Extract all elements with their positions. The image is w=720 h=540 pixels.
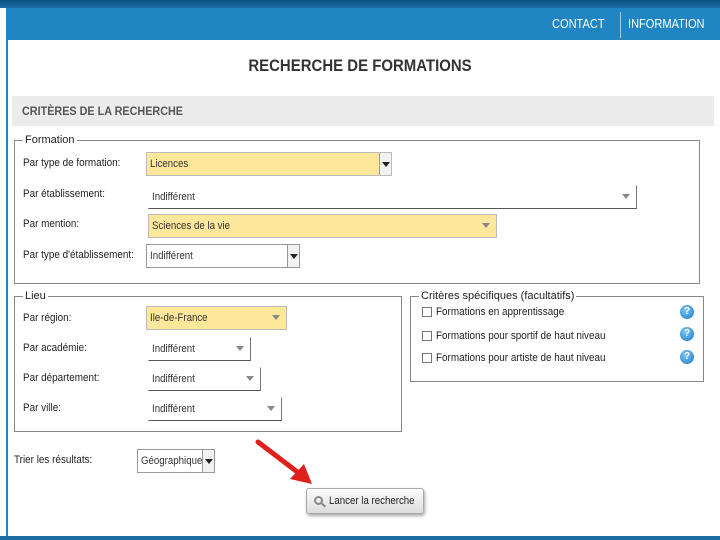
launch-search-button[interactable]: Lancer la recherche [306,488,424,514]
departement-select[interactable]: Indifférent [148,367,261,391]
type-etablissement-label: Par type d'établissement: [23,249,134,261]
help-icon[interactable]: ? [680,327,694,341]
sort-label: Trier les résultats: [14,454,93,466]
etablissement-label: Par établissement: [23,188,105,200]
sportif-checkbox[interactable] [422,331,432,341]
help-icon[interactable]: ? [680,305,694,319]
nav-information-link[interactable]: INFORMATION [628,8,705,40]
chevron-down-icon [267,406,275,411]
chevron-down-icon [236,346,244,351]
type-etablissement-select[interactable]: Indifférent [146,244,300,268]
launch-search-label: Lancer la recherche [329,495,415,507]
top-navbar: CONTACT INFORMATION [6,8,720,40]
mention-select[interactable]: Sciences de la vie [148,214,497,238]
page-title: RECHERCHE DE FORMATIONS [248,56,472,75]
mention-value: Sciences de la vie [152,220,231,232]
criteria-title: CRITÈRES DE LA RECHERCHE [22,104,184,118]
sort-select[interactable]: Géographique [137,449,215,473]
type-formation-label: Par type de formation: [23,157,121,169]
artiste-checkbox[interactable] [422,353,432,363]
type-formation-select[interactable]: Licences [146,152,392,176]
apprentissage-checkbox[interactable] [422,307,432,317]
top-strip [0,0,720,8]
ville-select[interactable]: Indifférent [148,397,282,421]
red-arrow-annotation [255,439,312,484]
region-label: Par région: [23,312,72,324]
specific-criteria-legend: Critères spécifiques (facultatifs) [419,289,577,303]
academie-select[interactable]: Indifférent [148,337,251,361]
dropdown-button[interactable] [379,153,391,175]
nav-separator [620,12,621,38]
sort-value: Géographique [141,455,203,467]
chevron-down-icon [205,459,213,464]
type-etablissement-value: Indifférent [150,250,193,262]
search-icon-handle [321,502,326,508]
help-icon[interactable]: ? [680,350,694,364]
ville-value: Indifférent [152,403,195,415]
chevron-down-icon [272,315,280,320]
chevron-down-icon [622,194,630,199]
sportif-label: Formations pour sportif de haut niveau [436,330,606,342]
mention-label: Par mention: [23,218,80,230]
region-value: Ile-de-France [150,312,208,324]
departement-value: Indifférent [152,373,195,385]
ville-label: Par ville: [23,402,61,414]
chevron-down-icon [246,376,254,381]
page-frame-border [6,40,8,540]
etablissement-value: Indifférent [152,191,195,203]
dropdown-button[interactable] [202,450,214,472]
region-select[interactable]: Ile-de-France [146,306,287,330]
artiste-label: Formations pour artiste de haut niveau [436,352,606,364]
academie-label: Par académie: [23,342,87,354]
chevron-down-icon [382,162,390,167]
academie-value: Indifférent [152,343,195,355]
arrow-shaft [255,439,303,477]
bottom-border [0,536,720,540]
type-formation-value: Licences [150,158,189,170]
lieu-legend: Lieu [23,289,48,303]
etablissement-select[interactable]: Indifférent [148,185,637,209]
dropdown-button[interactable] [287,245,299,267]
chevron-down-icon [482,223,490,228]
nav-contact-link[interactable]: CONTACT [552,8,605,40]
chevron-down-icon [290,254,298,259]
apprentissage-label: Formations en apprentissage [436,306,565,318]
formation-legend: Formation [23,133,77,147]
criteria-header: CRITÈRES DE LA RECHERCHE [12,96,714,126]
departement-label: Par département: [23,372,100,384]
